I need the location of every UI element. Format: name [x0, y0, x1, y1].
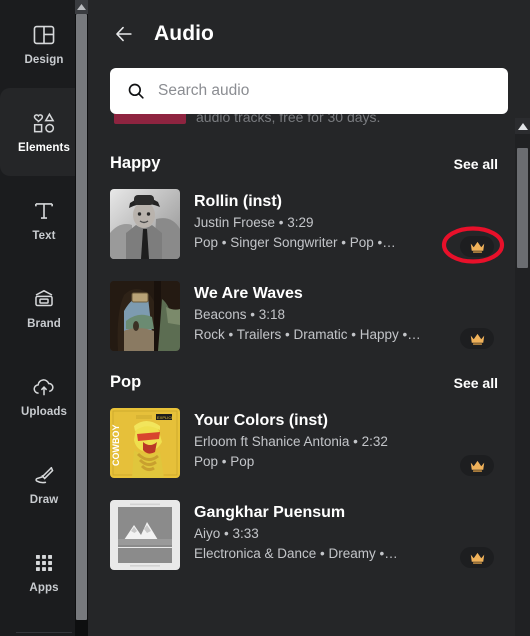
- track-artist-duration: Justin Froese • 3:29: [194, 214, 314, 230]
- track-info: We Are Waves Beacons • 3:18 Rock • Trail…: [194, 281, 498, 345]
- grid-apps-icon: [31, 550, 57, 576]
- crown-icon: [470, 241, 484, 253]
- track-tags: Electronica & Dance • Dreamy •…: [194, 545, 398, 561]
- section-header: Pop See all: [110, 373, 504, 392]
- sidebar-divider: [16, 632, 72, 633]
- pen-draw-icon: [31, 462, 57, 488]
- audio-results-scroll-area[interactable]: Happy See all Rollin (inst) Justin Froes…: [88, 124, 530, 636]
- section-happy: Happy See all Rollin (inst) Justin Froes…: [110, 154, 505, 351]
- page-title: Audio: [154, 22, 214, 45]
- brand-card-icon: [31, 286, 57, 312]
- track-info: Your Colors (inst) Erloom ft Shanice Ant…: [194, 408, 498, 472]
- crown-badge-rollin[interactable]: [460, 236, 494, 257]
- panel-header-row: Audio: [110, 16, 508, 52]
- section-pop: Pop See all EXPLICIT COWBOY Your Colors …: [110, 373, 504, 570]
- crown-badge-your-colors[interactable]: [460, 455, 494, 476]
- track-row[interactable]: We Are Waves Beacons • 3:18 Rock • Trail…: [110, 281, 504, 351]
- track-row[interactable]: Gangkhar Puensum Aiyo • 3:33 Electronica…: [110, 500, 504, 570]
- track-tags: Pop • Pop: [194, 453, 255, 469]
- track-row[interactable]: Rollin (inst) Justin Froese • 3:29 Pop •…: [110, 189, 505, 264]
- sidebar-item-label: Elements: [18, 141, 70, 154]
- track-artwork-portrait-man-hat-bw[interactable]: [110, 189, 180, 259]
- sidebar-item-label: Brand: [27, 317, 61, 330]
- search-icon: [126, 81, 146, 101]
- track-artwork-cowboy-yellow-cover[interactable]: EXPLICIT COWBOY: [110, 408, 180, 478]
- sidebar-item-label: Apps: [29, 581, 59, 594]
- search-bar[interactable]: [110, 68, 508, 114]
- arrow-left-icon: [116, 26, 132, 42]
- sidebar-item-label: Draw: [29, 493, 59, 506]
- panel-header: Audio: [88, 0, 530, 114]
- sidebar-item-label: Design: [24, 53, 64, 66]
- left-sidebar: Design Elements Text Brand Uploads Draw …: [0, 0, 88, 636]
- crown-icon: [470, 460, 484, 472]
- section-header: Happy See all: [110, 154, 504, 173]
- sidebar-scrollbar-thumb[interactable]: [76, 14, 87, 620]
- crown-badge-we-are-waves[interactable]: [460, 328, 494, 349]
- audio-results-list: Happy See all Rollin (inst) Justin Froes…: [88, 124, 530, 570]
- sidebar-item-label: Text: [32, 229, 56, 242]
- track-title: Your Colors (inst): [194, 412, 328, 429]
- search-input[interactable]: [158, 82, 492, 100]
- track-artwork-mountains-grey-cover[interactable]: [110, 500, 180, 570]
- sidebar-item-label: Uploads: [20, 405, 68, 418]
- scroll-up-arrow-left[interactable]: [75, 0, 88, 14]
- track-artist-duration: Beacons • 3:18: [194, 306, 286, 322]
- track-row[interactable]: EXPLICIT COWBOY Your Colors (inst) Erloo…: [110, 408, 504, 478]
- cloud-upload-icon: [31, 374, 57, 400]
- track-tags: Rock • Trailers • Dramatic • Happy •…: [194, 326, 421, 342]
- track-artwork-tunnel-landscape[interactable]: [110, 281, 180, 351]
- panel-scrollbar[interactable]: [515, 118, 530, 636]
- back-button[interactable]: [110, 20, 138, 48]
- audio-panel: audio tracks, free for 30 days. Audio Se…: [88, 0, 530, 636]
- track-title: Gangkhar Puensum: [194, 504, 346, 521]
- svg-text:COWBOY: COWBOY: [111, 425, 121, 467]
- track-tags: Pop • Singer Songwriter • Pop •…: [194, 234, 396, 250]
- section-title: Pop: [110, 373, 142, 391]
- track-info: Gangkhar Puensum Aiyo • 3:33 Electronica…: [194, 500, 498, 564]
- scroll-up-arrow-right[interactable]: [515, 118, 530, 134]
- svg-text:EXPLICIT: EXPLICIT: [157, 415, 175, 420]
- layout-panels-icon: [31, 22, 57, 48]
- canva-editor-window: Design Elements Text Brand Uploads Draw …: [0, 0, 530, 636]
- track-title: We Are Waves: [194, 285, 303, 302]
- section-title: Happy: [110, 154, 161, 172]
- see-all-link-happy[interactable]: See all: [454, 156, 498, 172]
- crown-badge-gangkhar-puensum[interactable]: [460, 547, 494, 568]
- text-t-icon: [31, 198, 57, 224]
- shapes-icon: [31, 110, 57, 136]
- track-artist-duration: Aiyo • 3:33: [194, 525, 259, 541]
- track-info: Rollin (inst) Justin Froese • 3:29 Pop •…: [194, 189, 498, 253]
- panel-scrollbar-thumb[interactable]: [517, 148, 528, 268]
- track-artist-duration: Erloom ft Shanice Antonia • 2:32: [194, 433, 388, 449]
- sidebar-scrollbar[interactable]: [75, 0, 88, 636]
- see-all-link-pop[interactable]: See all: [454, 375, 498, 391]
- crown-icon: [470, 552, 484, 564]
- crown-icon: [470, 333, 484, 345]
- track-title: Rollin (inst): [194, 193, 282, 210]
